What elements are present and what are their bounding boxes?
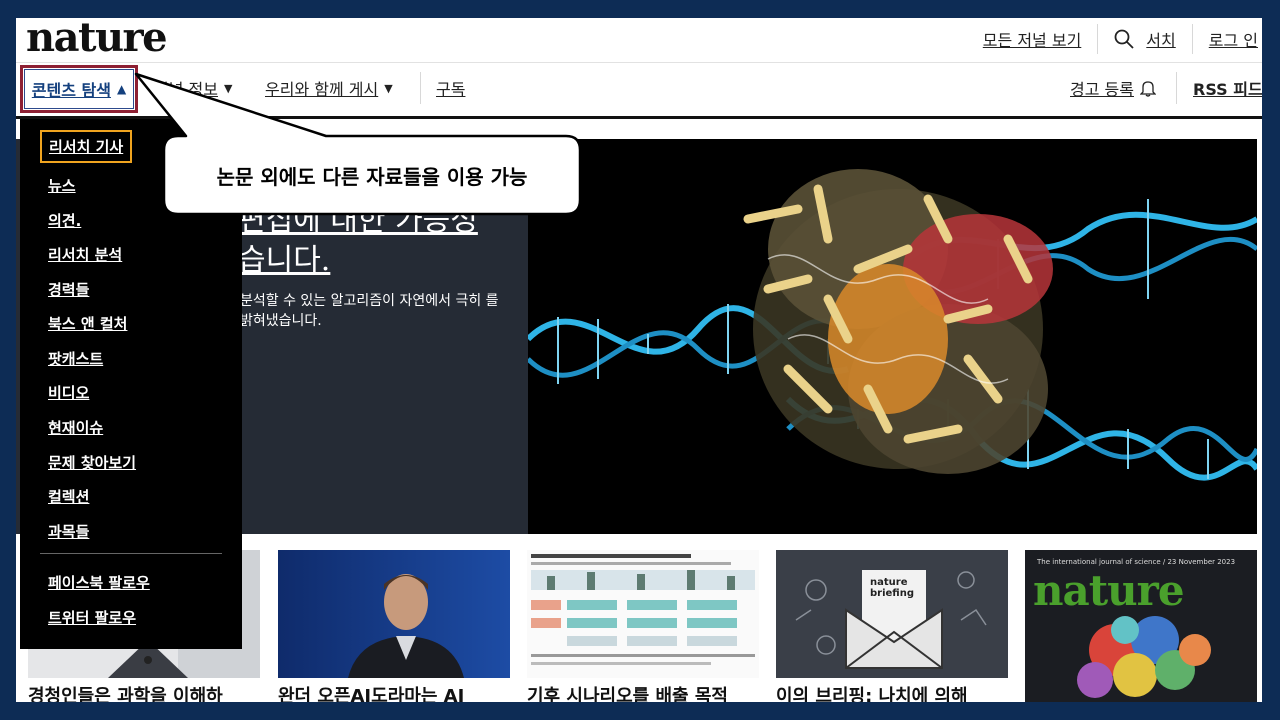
card-title-4[interactable]: 이의 브리핑: 나치에 의해 bbox=[776, 682, 1016, 702]
article-card-image-2[interactable] bbox=[278, 550, 510, 678]
menu-item-browse-issues[interactable]: 문제 찾아보기 bbox=[48, 452, 136, 473]
all-journals-link[interactable]: 모든 저널 보기 bbox=[967, 27, 1098, 51]
briefing-label-line1: nature bbox=[870, 577, 908, 588]
briefing-label: nature briefing bbox=[870, 577, 914, 599]
nav-subscribe-label: 구독 bbox=[436, 80, 466, 99]
menu-item-videos[interactable]: 비디오 bbox=[48, 382, 89, 403]
hero-image[interactable] bbox=[528, 139, 1257, 534]
article-infographic bbox=[527, 550, 759, 678]
cover-logo: nature bbox=[1033, 566, 1185, 615]
nav-journal-info[interactable]: 저널 정보 ▼ bbox=[154, 64, 232, 112]
card-title-1[interactable]: 경청인들은 과학을 이해하 bbox=[28, 682, 268, 702]
card-title-3[interactable]: 기후 시나리오를 배출 목적 bbox=[527, 682, 767, 702]
menu-divider bbox=[40, 553, 222, 554]
chevron-down-icon: ▼ bbox=[223, 81, 233, 95]
search-label: 서치 bbox=[1146, 31, 1176, 50]
journal-cover-card[interactable]: The international journal of science / 2… bbox=[1025, 550, 1257, 702]
nav-publish[interactable]: 우리와 함께 게시 ▼ bbox=[265, 64, 393, 112]
menu-item-news[interactable]: 뉴스 bbox=[48, 175, 76, 196]
divider bbox=[420, 72, 421, 104]
menu-item-podcasts[interactable]: 팟캐스트 bbox=[48, 348, 103, 369]
menu-item-subjects[interactable]: 과목들 bbox=[48, 521, 89, 542]
search-icon bbox=[1114, 29, 1134, 49]
chevron-down-icon: ▼ bbox=[384, 81, 393, 95]
menu-item-careers[interactable]: 경력들 bbox=[48, 279, 89, 300]
nav-alerts-label: 경고 등록 bbox=[1070, 80, 1134, 99]
article-card-image-4[interactable]: nature briefing bbox=[776, 550, 1008, 678]
menu-item-twitter[interactable]: 트위터 팔로우 bbox=[48, 607, 136, 628]
nature-logo[interactable]: nature bbox=[26, 18, 168, 61]
nav-publish-label: 우리와 함께 게시 bbox=[265, 80, 379, 99]
nav-subscribe[interactable]: 구독 bbox=[436, 64, 465, 112]
dna-protein-illustration bbox=[528, 169, 1257, 481]
menu-item-collections[interactable]: 컬렉션 bbox=[48, 486, 89, 507]
nav-explore-content[interactable]: 콘텐츠 탐색 ▲ bbox=[20, 65, 138, 113]
main-nav: 콘텐츠 탐색 ▲ 저널 정보 ▼ 우리와 함께 게시 ▼ 구독 경고 등록 RS… bbox=[16, 64, 1262, 116]
nav-alerts[interactable]: 경고 등록 bbox=[1070, 64, 1156, 112]
search-button[interactable]: 서치 bbox=[1098, 27, 1191, 51]
menu-item-current-issue[interactable]: 현재이슈 bbox=[48, 417, 103, 438]
browser-viewport: nature 모든 저널 보기 서치 로그 인 콘텐츠 탐색 ▲ 저널 정보 ▼… bbox=[16, 18, 1262, 702]
nav-rss-label: RSS 피드 bbox=[1193, 80, 1262, 99]
callout-text: 논문 외에도 다른 자료들을 이용 가능 bbox=[216, 164, 528, 189]
chevron-up-icon: ▲ bbox=[116, 82, 127, 96]
menu-item-opinion[interactable]: 의견. bbox=[48, 210, 81, 231]
divider bbox=[1176, 72, 1177, 104]
header-divider bbox=[16, 62, 1262, 63]
top-links: 모든 저널 보기 서치 로그 인 bbox=[967, 24, 1262, 54]
briefing-envelope-icon bbox=[776, 550, 1008, 678]
cover-date: The international journal of science / 2… bbox=[1037, 558, 1236, 566]
briefing-label-line2: briefing bbox=[870, 588, 914, 599]
menu-item-books-culture[interactable]: 북스 앤 컬처 bbox=[48, 313, 127, 334]
bell-icon bbox=[1139, 81, 1156, 97]
menu-item-facebook[interactable]: 페이스북 팔로우 bbox=[48, 572, 150, 593]
nav-journal-info-label: 저널 정보 bbox=[154, 80, 218, 99]
menu-item-research-analysis[interactable]: 리서치 분석 bbox=[48, 244, 122, 265]
card-title-2[interactable]: 완더 오픈AI도라마는 AI bbox=[278, 682, 518, 702]
menu-item-research-articles[interactable]: 리서치 기사 bbox=[40, 130, 133, 163]
login-link[interactable]: 로그 인 bbox=[1193, 27, 1262, 51]
hero-description: 분석할 수 있는 알고리즘이 자연에서 극히 를 밝혀냈습니다. bbox=[240, 293, 499, 329]
article-card-image-3[interactable] bbox=[527, 550, 759, 678]
article-photo bbox=[278, 550, 510, 678]
nav-rss[interactable]: RSS 피드 bbox=[1193, 64, 1262, 112]
hero-title-line2: 습니다. bbox=[238, 243, 331, 278]
nav-explore-label: 콘텐츠 탐색 bbox=[31, 81, 111, 100]
